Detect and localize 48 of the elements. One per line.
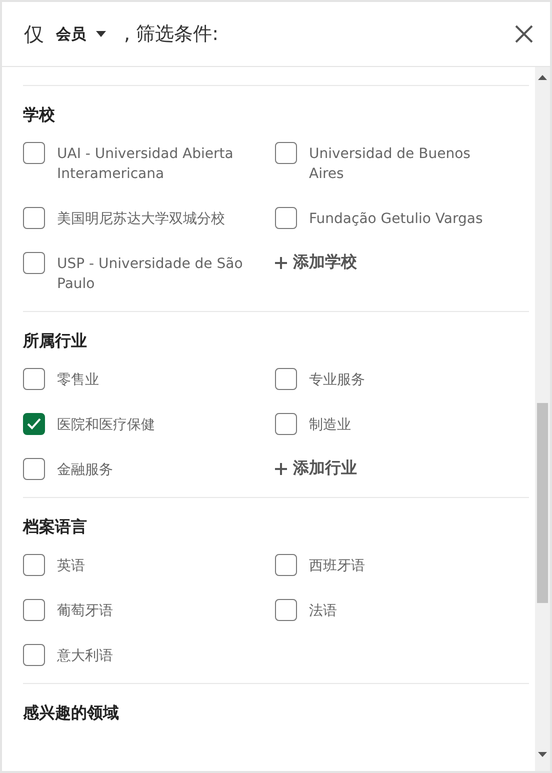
checkbox[interactable] <box>275 368 297 390</box>
option-label: Fundação Getulio Vargas <box>309 210 484 229</box>
option-label: 法语 <box>309 602 338 621</box>
option-label: 制造业 <box>309 416 352 435</box>
option-label: 西班牙语 <box>309 557 366 576</box>
checkbox[interactable] <box>23 554 45 576</box>
caret-icon <box>96 31 106 37</box>
checkbox[interactable] <box>275 599 297 621</box>
checkbox[interactable] <box>23 142 45 164</box>
add-button[interactable]: 添加学校 <box>275 252 527 273</box>
option-label: 医院和医疗保健 <box>57 416 156 435</box>
checkbox[interactable] <box>275 142 297 164</box>
add-button[interactable]: 添加行业 <box>275 458 527 479</box>
option-label: UAI - Universidad Abierta Interamericana <box>57 145 234 184</box>
scrollbar[interactable] <box>535 67 550 771</box>
checkbox[interactable] <box>23 207 45 229</box>
section-heading: 所属行业 <box>23 330 88 352</box>
section-heading: 感兴趣的领域 <box>23 702 120 724</box>
scrollbar-thumb[interactable] <box>537 403 548 603</box>
checkbox[interactable] <box>23 413 45 435</box>
close-button[interactable] <box>514 24 534 44</box>
scroll-down-icon[interactable] <box>538 752 547 757</box>
checkbox[interactable] <box>275 207 297 229</box>
checkbox[interactable] <box>275 413 297 435</box>
plus-icon <box>275 462 287 474</box>
scroll-up-icon[interactable] <box>538 75 547 80</box>
option-label: 葡萄牙语 <box>57 602 114 621</box>
option-label: USP - Universidade de São Paulo <box>57 255 244 294</box>
checkbox[interactable] <box>23 252 45 274</box>
member-dropdown[interactable]: 会员 <box>56 24 106 44</box>
option-label: 金融服务 <box>57 461 114 480</box>
filter-label: , 筛选条件: <box>124 22 218 47</box>
checkbox[interactable] <box>23 458 45 480</box>
option-label: Universidad de Buenos Aires <box>309 145 472 184</box>
option-label: 美国明尼苏达大学双城分校 <box>57 210 226 229</box>
option-label: 意大利语 <box>57 647 114 666</box>
check-icon <box>27 418 41 430</box>
checkbox[interactable] <box>23 599 45 621</box>
plus-icon <box>275 256 287 268</box>
filter-prefix: 仅 <box>24 20 44 48</box>
checkbox[interactable] <box>275 554 297 576</box>
option-label: 专业服务 <box>309 371 366 390</box>
checkbox[interactable] <box>23 644 45 666</box>
section-heading: 学校 <box>23 104 56 126</box>
checkbox[interactable] <box>23 368 45 390</box>
option-label: 英语 <box>57 557 86 576</box>
option-label: 零售业 <box>57 371 100 390</box>
section-heading: 档案语言 <box>23 516 88 538</box>
